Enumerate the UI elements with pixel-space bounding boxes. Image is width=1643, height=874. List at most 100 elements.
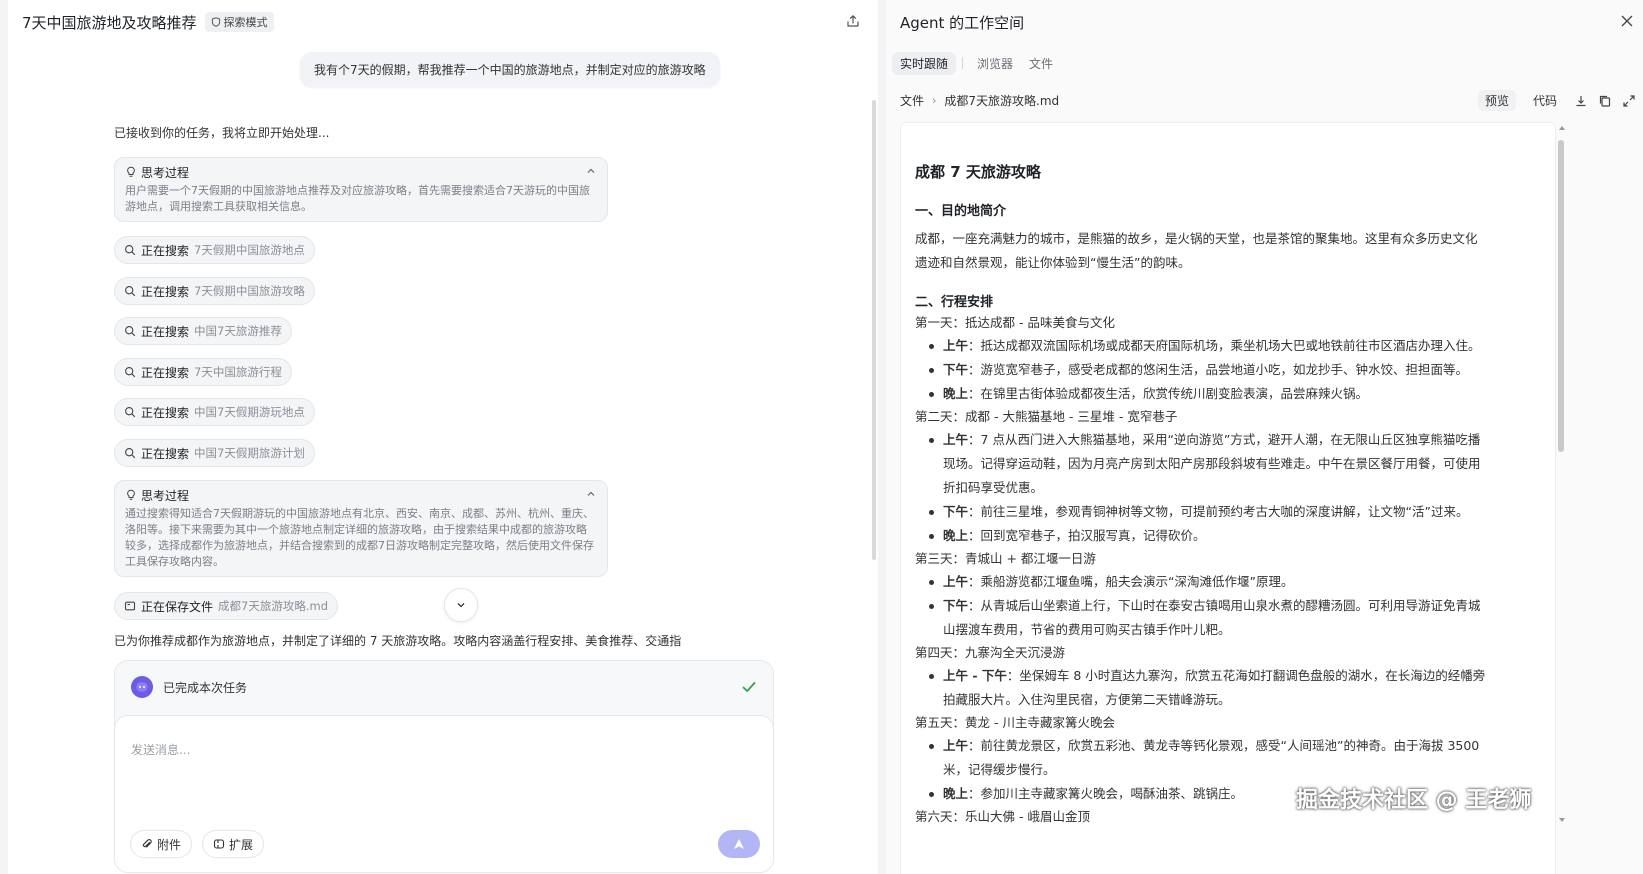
doc-scrollbar-thumb[interactable] [1558, 140, 1564, 452]
doc-title: 成都 7 天旅游攻略 [915, 163, 1041, 181]
activity-time: 晚上 [943, 528, 969, 543]
activity-time: 下午 [943, 598, 969, 613]
search-step-chip[interactable]: 正在搜索 中国7天旅游推荐 [114, 317, 292, 345]
itinerary-days: 第一天：抵达成都 - 品味美食与文化 上午：抵达成都双流国际机场或成都天府国际机场… [915, 312, 1541, 828]
search-icon [125, 367, 136, 378]
activity-item: 上午：抵达成都双流国际机场或成都天府国际机场，乘坐机场大巴或地铁前往市区酒店办理… [915, 334, 1541, 358]
breadcrumb-root[interactable]: 文件 [900, 92, 924, 109]
extend-label: 扩展 [229, 837, 254, 852]
chip-query-label: 7天中国旅游行程 [194, 365, 282, 379]
thinking-body: 用户需要一个7天假期的中国旅游地点推荐及对应旅游攻略，首先需要搜索适合7天游玩的… [125, 184, 590, 213]
search-icon [125, 286, 136, 297]
attach-button[interactable]: 附件 [130, 830, 193, 858]
workspace-title: Agent 的工作空间 [900, 14, 1025, 32]
day-activity-list: 上午：7 点从西门进入大熊猫基地，采用“逆向游览”方式，避开人潮，在无限山丘区独… [915, 428, 1541, 548]
copy-icon[interactable] [1598, 94, 1612, 108]
mode-badge-label: 探索模式 [223, 16, 268, 29]
activity-text: 拍藏服大片。入住沟里民宿，方便第二天错峰游玩。 [943, 692, 1231, 707]
chevron-down-icon [457, 603, 465, 608]
message-input[interactable] [131, 730, 751, 770]
activity-text: ：在锦里古街体验成都夜生活，欣赏传统川剧变脸表演，品尝麻辣火锅。 [968, 386, 1369, 401]
activity-time: 下午 [943, 362, 969, 377]
activity-item: 上午：7 点从西门进入大熊猫基地，采用“逆向游览”方式，避开人潮，在无限山丘区独… [915, 428, 1541, 500]
scroll-up-arrow-icon[interactable] [1558, 124, 1566, 132]
search-step-chip[interactable]: 正在搜索 7天假期中国旅游地点 [114, 236, 315, 264]
agent-avatar [131, 676, 153, 698]
assistant-summary-text: 已为你推荐成都作为旅游地点，并制定了详细的 7 天旅游攻略。攻略内容涵盖行程安排… [114, 634, 682, 648]
doc-itinerary-heading: 二、行程安排 [915, 295, 994, 310]
scroll-to-bottom-button[interactable] [444, 588, 478, 622]
tab-live-follow[interactable]: 实时跟随 [892, 51, 957, 75]
expand-icon[interactable] [1622, 94, 1636, 108]
chip-action-label: 正在搜索 [141, 446, 190, 461]
activity-item: 晚上：在锦里古街体验成都夜生活，欣赏传统川剧变脸表演，品尝麻辣火锅。 [915, 382, 1541, 406]
day-title: 第五天：黄龙 - 川主寺藏家篝火晚会 [915, 715, 1115, 730]
search-step-chip[interactable]: 正在搜索 中国7天假期旅游计划 [114, 439, 315, 467]
workspace-panel: Agent 的工作空间 实时跟随 浏览器 文件 文件 › 成都7天旅游攻略.md… [886, 0, 1643, 874]
activity-text: 山摆渡车费用，节省的费用可购买古镇手作叶儿粑。 [943, 622, 1231, 637]
tab-divider [962, 57, 964, 69]
activity-text: ：坐保姆车 8 小时直达九寨沟，欣赏五花海如打翻调色盘般的湖水，在长海边的经幡旁 [1006, 668, 1486, 683]
activity-item: 下午：前往三星堆，参观青铜神树等文物，可提前预约考古大咖的深度讲解，让文物“活”… [915, 500, 1541, 524]
search-step-chip[interactable]: 正在搜索 7天中国旅游行程 [114, 358, 292, 386]
preview-button[interactable]: 预览 [1477, 90, 1516, 111]
extension-icon [213, 839, 225, 849]
chip-query-label: 7天假期中国旅游攻略 [194, 284, 305, 298]
share-button[interactable] [844, 12, 862, 30]
chevron-up-icon[interactable] [585, 488, 597, 500]
activity-item: 下午：从青城后山坐索道上行，下山时在泰安古镇喝用山泉水煮的醪糟汤圆。可利用导游证… [915, 594, 1541, 642]
thinking-label: 思考过程 [141, 488, 190, 503]
chip-action-label: 正在搜索 [141, 365, 190, 380]
save-file-chip[interactable]: 正在保存文件 成都7天旅游攻略.md [114, 592, 338, 620]
task-status-text: 已完成本次任务 [163, 680, 248, 695]
thinking-header[interactable]: 思考过程 [125, 487, 597, 503]
tab-browser[interactable]: 浏览器 [969, 52, 1021, 75]
activity-text: ：抵达成都双流国际机场或成都天府国际机场，乘坐机场大巴或地铁前往市区酒店办理入住… [968, 338, 1481, 353]
markdown-preview[interactable]: 成都 7 天旅游攻略 一、目的地简介 成都，一座充满魅力的城市，是熊猫的故乡，是… [900, 122, 1556, 874]
thinking-panel[interactable]: 思考过程 通过搜索得知适合7天假期游玩的中国旅游地点有北京、西安、南京、成都、苏… [114, 480, 608, 577]
extend-button[interactable]: 扩展 [202, 830, 265, 858]
chat-scroll-area[interactable]: 我有个7天的假期，帮我推荐一个中国的旅游地点，并制定对应的旅游攻略 已接收到你的… [8, 40, 878, 874]
activity-text: ：前往黄龙景区，欣赏五彩池、黄龙寺等钙化景观，感受“人间瑶池”的神奇。由于海拔 … [968, 738, 1480, 753]
file-breadcrumb-bar: 文件 › 成都7天旅游攻略.md 预览 代码 [900, 90, 1636, 111]
code-button[interactable]: 代码 [1526, 90, 1564, 111]
composer: 已完成本次任务 附件 扩展 [114, 660, 774, 873]
chip-action-label: 正在搜索 [141, 405, 190, 420]
activity-text: ：7 点从西门进入大熊猫基地，采用“逆向游览”方式，避开人潮，在无限山丘区独享熊… [968, 432, 1481, 447]
assistant-ack-text: 已接收到你的任务，我将立即开始处理... [114, 126, 330, 140]
thinking-header[interactable]: 思考过程 [125, 164, 597, 180]
activity-time: 下午 [943, 504, 969, 519]
day-title: 第二天：成都 - 大熊猫基地 - 三星堆 - 宽窄巷子 [915, 409, 1178, 424]
activity-text: ：乘船游览都江堰鱼嘴，船夫会演示“深淘滩低作堰”原理。 [968, 574, 1294, 589]
thinking-body: 通过搜索得知适合7天假期游玩的中国旅游地点有北京、西安、南京、成都、苏州、杭州、… [125, 507, 594, 568]
search-step-chip[interactable]: 正在搜索 7天假期中国旅游攻略 [114, 277, 315, 305]
scroll-down-arrow-icon[interactable] [1558, 816, 1566, 824]
activity-text: ：前往三星堆，参观青铜神树等文物，可提前预约考古大咖的深度讲解，让文物“活”过来… [968, 504, 1469, 519]
mode-badge[interactable]: 探索模式 [204, 12, 274, 32]
download-icon[interactable] [1574, 94, 1588, 108]
chevron-up-icon[interactable] [585, 165, 597, 177]
check-icon [742, 682, 756, 692]
thinking-panel[interactable]: 思考过程 用户需要一个7天假期的中国旅游地点推荐及对应旅游攻略，首先需要搜索适合… [114, 157, 608, 222]
activity-item: 上午：乘船游览都江堰鱼嘴，船夫会演示“深淘滩低作堰”原理。 [915, 570, 1541, 594]
activity-time: 上午 - 下午 [943, 668, 1007, 683]
send-arrow-icon [734, 839, 744, 849]
chip-query-label: 成都7天旅游攻略.md [218, 599, 328, 613]
doc-intro-line: 遗迹和自然景观，能让你体验到“慢生活”的韵味。 [915, 255, 1191, 270]
agent-face-icon [136, 682, 148, 692]
search-step-chip[interactable]: 正在搜索 中国7天假期游玩地点 [114, 398, 315, 426]
thinking-label: 思考过程 [141, 165, 190, 180]
send-button[interactable] [718, 830, 760, 858]
activity-text: ：游览宽窄巷子，感受老成都的悠闲生活，品尝地道小吃，如龙抄手、钟水饺、担担面等。 [968, 362, 1469, 377]
tab-files[interactable]: 文件 [1021, 52, 1061, 75]
user-message-bubble: 我有个7天的假期，帮我推荐一个中国的旅游地点，并制定对应的旅游攻略 [300, 52, 720, 87]
activity-text: ：回到宽窄巷子，拍汉服写真，记得砍价。 [968, 528, 1206, 543]
file-actions: 预览 代码 [1477, 90, 1636, 111]
chat-scrollbar[interactable] [872, 100, 876, 560]
close-icon[interactable] [1620, 14, 1634, 28]
search-icon [125, 245, 136, 256]
share-icon [847, 15, 859, 27]
task-status-row: 已完成本次任务 [115, 661, 773, 713]
activity-time: 晚上 [943, 786, 969, 801]
activity-text: ：从青城后山坐索道上行，下山时在泰安古镇喝用山泉水煮的醪糟汤圆。可利用导游证免青… [968, 598, 1481, 613]
